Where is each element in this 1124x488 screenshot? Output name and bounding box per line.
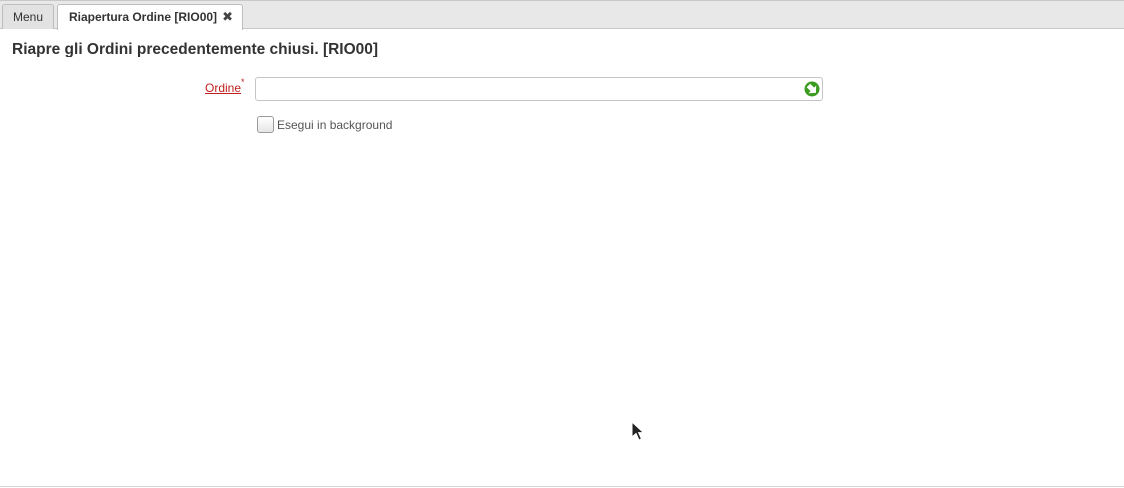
page-title: Riapre gli Ordini precedentemente chiusi… bbox=[12, 41, 379, 57]
tab-bar: Menu Riapertura Ordine [RIO00] ✖ bbox=[0, 0, 1124, 30]
tab-riapertura-ordine[interactable]: Riapertura Ordine [RIO00] ✖ bbox=[57, 4, 243, 30]
tab-menu[interactable]: Menu bbox=[2, 4, 54, 29]
close-icon[interactable]: ✖ bbox=[222, 5, 233, 29]
background-checkbox[interactable] bbox=[257, 116, 274, 133]
required-marker: * bbox=[241, 77, 245, 87]
mouse-pointer-icon bbox=[631, 421, 645, 441]
tab-menu-label: Menu bbox=[12, 10, 44, 24]
app-window: Menu Riapertura Ordine [RIO00] ✖ Riapre … bbox=[0, 0, 1124, 488]
order-input[interactable] bbox=[255, 77, 823, 101]
tab-active-label: Riapertura Ordine [RIO00] bbox=[69, 10, 218, 24]
background-checkbox-label: Esegui in background bbox=[277, 118, 393, 132]
bottom-divider bbox=[0, 486, 1124, 487]
order-field-label[interactable]: Ordine bbox=[205, 81, 241, 95]
green-arrow-lookup-icon[interactable] bbox=[803, 80, 821, 98]
